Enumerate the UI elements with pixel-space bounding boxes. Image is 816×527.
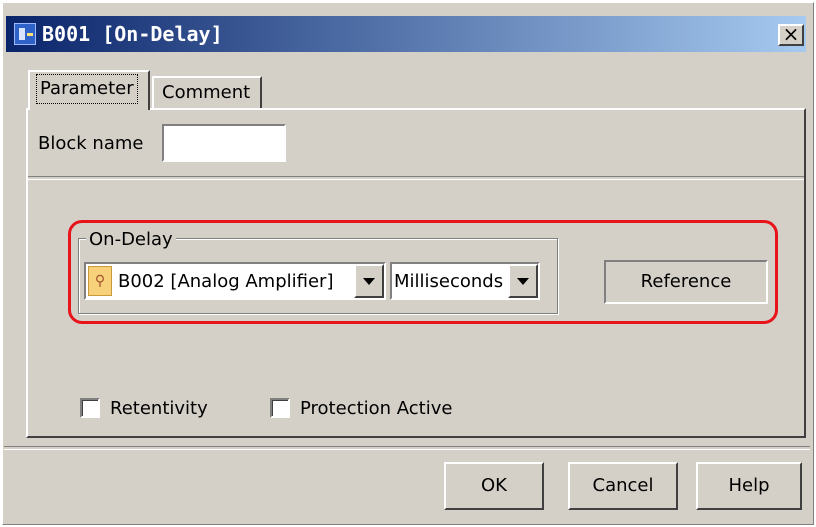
tab-comment[interactable]: Comment — [152, 76, 262, 110]
help-button[interactable]: Help — [696, 462, 802, 510]
block-name-input[interactable] — [162, 124, 286, 162]
time-unit-select[interactable]: Milliseconds — [390, 262, 540, 300]
window-title: B001 [On-Delay] — [42, 22, 223, 46]
chevron-down-icon[interactable] — [508, 264, 538, 298]
tab-comment-label: Comment — [162, 82, 251, 103]
tab-parameter-label: Parameter — [36, 74, 138, 104]
title-bar[interactable]: B001 [On-Delay] × — [6, 16, 806, 52]
on-delay-group-label: On-Delay — [86, 229, 176, 251]
protection-active-label: Protection Active — [300, 398, 453, 419]
time-unit-value: Milliseconds — [394, 271, 504, 292]
retentivity-checkbox[interactable] — [80, 398, 100, 418]
ok-button[interactable]: OK — [444, 462, 544, 510]
close-button[interactable]: × — [778, 24, 804, 46]
section-divider — [28, 176, 804, 180]
reference-button[interactable]: Reference — [604, 260, 768, 304]
reference-block-value: B002 [Analog Amplifier] — [118, 271, 334, 292]
block-app-icon — [14, 23, 36, 45]
cancel-button[interactable]: Cancel — [568, 462, 678, 510]
footer-divider — [4, 446, 810, 450]
tab-parameter[interactable]: Parameter — [28, 70, 150, 110]
reference-block-select[interactable]: ⚲ B002 [Analog Amplifier] — [84, 262, 386, 300]
chevron-down-icon[interactable] — [354, 264, 384, 298]
analog-amplifier-icon: ⚲ — [88, 266, 112, 296]
protection-active-checkbox[interactable] — [270, 398, 290, 418]
retentivity-label: Retentivity — [110, 398, 208, 419]
block-name-label: Block name — [38, 133, 144, 154]
